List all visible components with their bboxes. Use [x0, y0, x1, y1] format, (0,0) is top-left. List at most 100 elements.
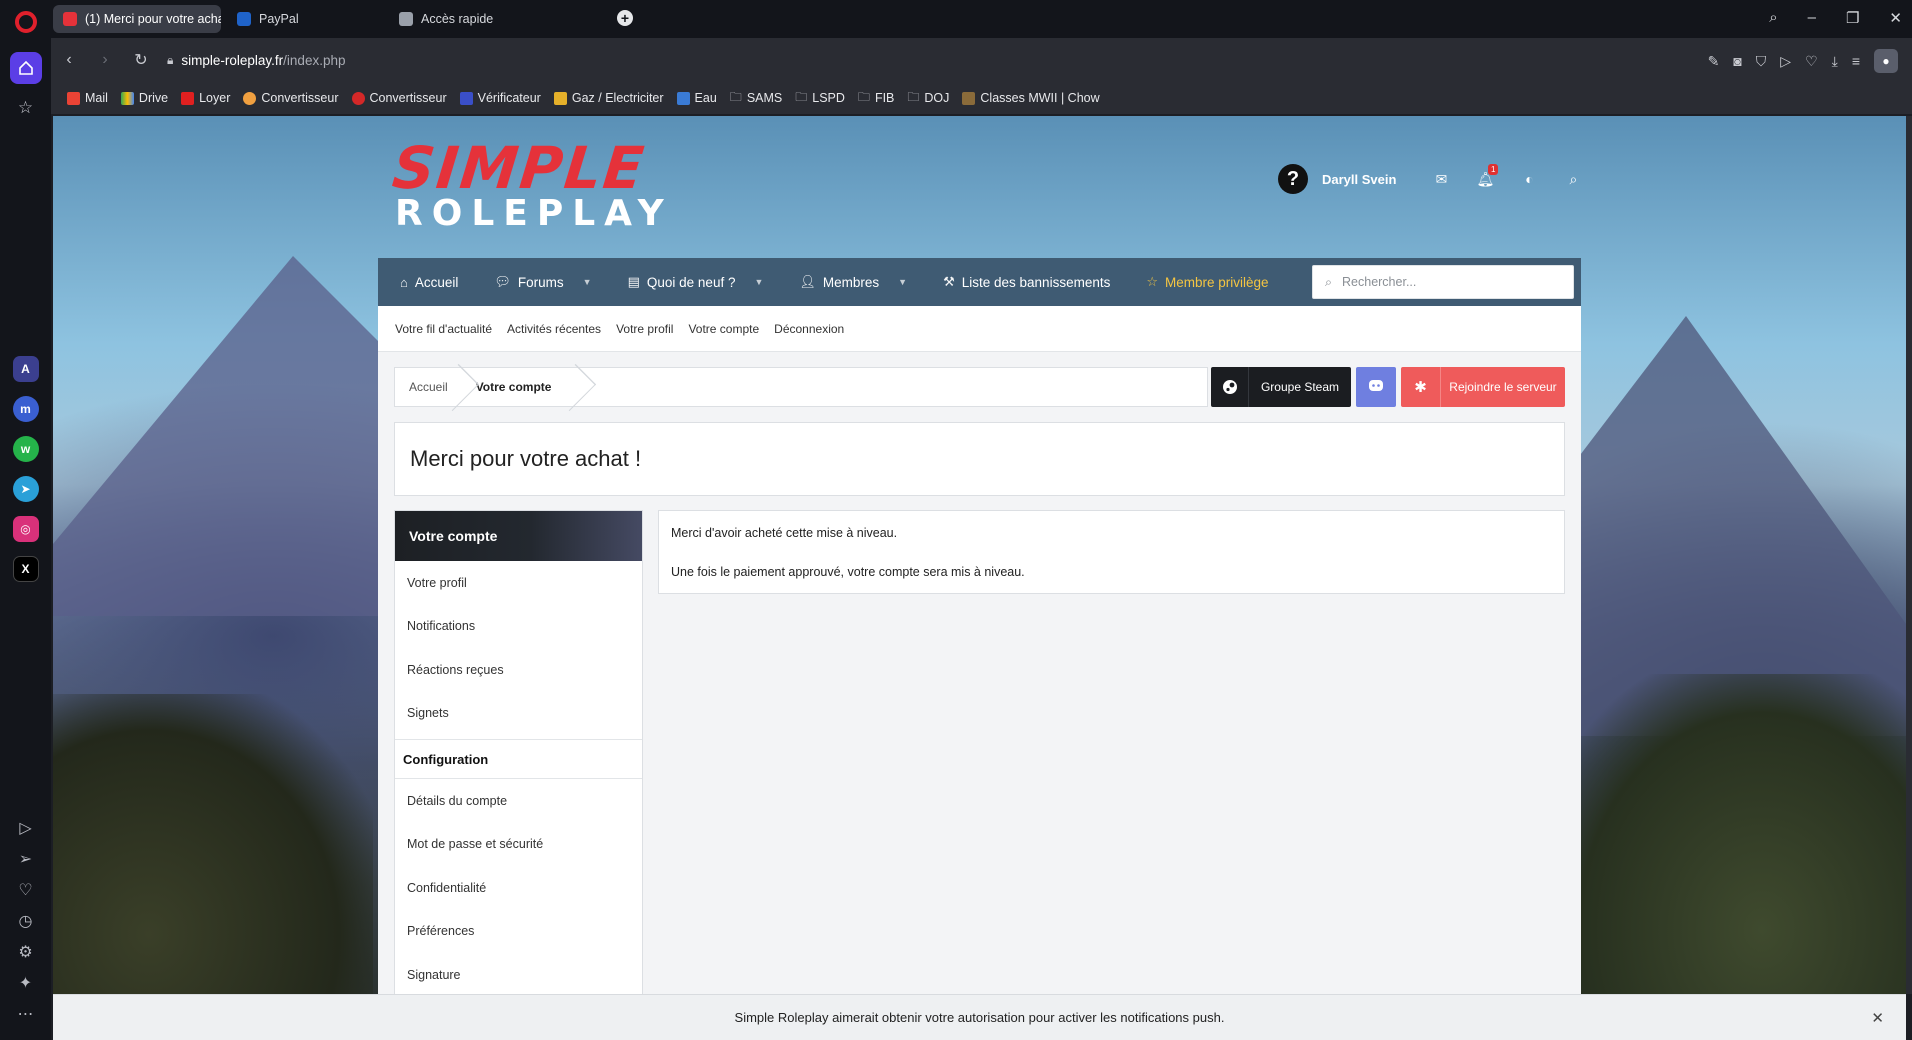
settings-icon[interactable]: ⚙	[18, 942, 32, 962]
edit-icon[interactable]: ✎	[1708, 53, 1720, 70]
folder-icon: 🗀	[857, 89, 870, 104]
subnav-profil[interactable]: Votre profil	[616, 322, 673, 336]
sidebar-item-details-compte[interactable]: Détails du compte	[395, 779, 642, 823]
star-icon[interactable]: ☆	[18, 98, 33, 118]
subnav-fil-actualite[interactable]: Votre fil d'actualité	[395, 322, 492, 336]
nav-accueil[interactable]: ⌂ Accueil	[378, 258, 472, 306]
breadcrumb-accueil[interactable]: Accueil	[395, 368, 462, 406]
background-trees	[53, 694, 373, 994]
envelope-icon[interactable]: ✉	[1426, 171, 1456, 188]
whatsapp-icon[interactable]: w	[12, 436, 39, 462]
lightbulb-icon[interactable]: ✦	[19, 973, 32, 993]
profile-icon[interactable]: ●	[1874, 49, 1898, 73]
username-link[interactable]: Daryll Svein	[1322, 172, 1396, 187]
subnav-activites[interactable]: Activités récentes	[507, 322, 601, 336]
discord-button[interactable]	[1356, 367, 1396, 407]
bookmark-loyer[interactable]: Loyer	[181, 91, 230, 105]
bookmark-convertisseur-1[interactable]: Convertisseur	[243, 91, 339, 105]
more-icon[interactable]: ⋯	[18, 1004, 34, 1024]
send-icon[interactable]: ➢	[19, 849, 32, 869]
tab-paypal[interactable]: PayPal	[227, 5, 395, 33]
chevron-down-icon[interactable]: ▼	[583, 277, 592, 287]
sidebar-heading[interactable]: Votre compte	[395, 511, 642, 561]
instagram-icon[interactable]: ◎	[12, 516, 39, 542]
close-icon[interactable]: ✕	[1871, 1009, 1884, 1027]
sidebar-item-confidentialite[interactable]: Confidentialité	[395, 866, 642, 910]
bookmark-convertisseur-2[interactable]: Convertisseur	[351, 91, 447, 105]
page-scrollbar[interactable]	[1906, 116, 1912, 994]
menu-icon[interactable]: ≡	[1852, 53, 1860, 69]
theme-toggle-icon[interactable]: ◐	[1514, 171, 1544, 187]
bookmark-doj[interactable]: 🗀 DOJ	[907, 88, 949, 109]
back-icon[interactable]: ‹	[51, 51, 87, 69]
nav-membre-privilege[interactable]: ☆ Membre privilège	[1124, 258, 1282, 306]
bookmark-gaz[interactable]: Gaz / Electriciter	[553, 91, 664, 105]
new-tab-button[interactable]: +	[617, 10, 633, 26]
search-icon[interactable]: ⌕	[1558, 171, 1588, 188]
gas-icon	[553, 91, 567, 105]
breadcrumb: Accueil Votre compte	[394, 367, 1208, 407]
player-icon[interactable]: ▷	[19, 818, 31, 838]
breadcrumb-votre-compte[interactable]: Votre compte	[462, 368, 574, 406]
join-server-button[interactable]: ✱ Rejoindre le serveur	[1401, 367, 1565, 407]
sidebar-section-configuration: Configuration	[395, 739, 642, 779]
opera-logo-icon[interactable]	[14, 11, 37, 33]
messenger-icon[interactable]: m	[12, 396, 39, 422]
home-icon[interactable]	[9, 52, 42, 84]
site-logo[interactable]: SIMPLE ROLEPLAY	[389, 134, 663, 232]
restore-icon[interactable]: ❐	[1846, 9, 1859, 27]
history-icon[interactable]: ◷	[19, 911, 33, 931]
reload-icon[interactable]: ↻	[123, 50, 159, 70]
nav-bannissements[interactable]: ⚒ Liste des bannissements	[921, 258, 1124, 306]
close-window-icon[interactable]: ✕	[1889, 9, 1902, 27]
download-icon[interactable]: ⤓	[1832, 53, 1838, 70]
bookmark-eau[interactable]: Eau	[676, 91, 717, 105]
chevron-down-icon[interactable]: ▼	[898, 277, 907, 287]
sidebar-item-signature[interactable]: Signature	[395, 953, 642, 994]
nav-membres[interactable]: 👤︎ Membres ▼	[777, 258, 921, 306]
play-icon[interactable]: ▷	[1780, 53, 1791, 70]
forward-icon[interactable]: ›	[87, 51, 123, 69]
heart-icon[interactable]: ♡	[18, 880, 32, 900]
sidebar-item-securite[interactable]: Mot de passe et sécurité	[395, 823, 642, 867]
sidebar-item-profil[interactable]: Votre profil	[395, 561, 642, 605]
lock-icon[interactable]: 🔒︎	[167, 53, 173, 68]
minimize-icon[interactable]: –	[1808, 9, 1816, 27]
comments-icon: 💬︎	[494, 274, 511, 289]
subnav-deconnexion[interactable]: Déconnexion	[774, 322, 844, 336]
heart-icon[interactable]: ♡	[1805, 53, 1818, 70]
sidebar-item-signets[interactable]: Signets	[395, 692, 642, 736]
bookmark-lspd[interactable]: 🗀 LSPD	[795, 88, 845, 109]
sidebar-item-reactions[interactable]: Réactions reçues	[395, 648, 642, 692]
bookmark-label: Drive	[138, 91, 169, 105]
sidebar-item-preferences[interactable]: Préférences	[395, 910, 642, 954]
chevron-down-icon[interactable]: ▼	[754, 277, 763, 287]
bookmark-fib[interactable]: 🗀 FIB	[858, 88, 894, 109]
search-input[interactable]: ⌕ Rechercher...	[1312, 265, 1574, 299]
steam-button-label: Groupe Steam	[1260, 380, 1340, 394]
bell-icon[interactable]: 🔔︎ 1	[1470, 163, 1500, 188]
sidebar-item-notifications[interactable]: Notifications	[395, 605, 642, 649]
telegram-icon[interactable]: ➤	[12, 476, 39, 502]
x-icon[interactable]: X	[12, 556, 39, 582]
url-field[interactable]: simple-roleplay.fr/index.php	[181, 53, 345, 68]
nav-forums[interactable]: 💬︎ Forums ▼	[472, 258, 605, 306]
steam-group-button[interactable]: Groupe Steam	[1211, 367, 1351, 407]
star-icon: ☆	[1146, 274, 1158, 289]
folder-icon: 🗀	[729, 89, 742, 104]
bookmark-mail[interactable]: Mail	[67, 91, 108, 105]
camera-icon[interactable]: ◙	[1733, 53, 1741, 69]
search-tabs-icon[interactable]: ⌕	[1769, 9, 1777, 27]
subnav-compte[interactable]: Votre compte	[688, 322, 759, 336]
bookmark-drive[interactable]: Drive	[120, 91, 169, 105]
bookmark-sams[interactable]: 🗀 SAMS	[730, 88, 782, 109]
avatar[interactable]: ?	[1278, 164, 1308, 194]
shield-icon[interactable]: ⛉	[1756, 53, 1767, 70]
nav-quoi-de-neuf[interactable]: ▤ Quoi de neuf ? ▼	[606, 258, 778, 306]
discord-icon	[1368, 379, 1384, 395]
tab-merci[interactable]: (1) Merci pour votre achat	[53, 5, 221, 33]
aria-icon[interactable]: A	[12, 356, 39, 382]
bookmark-classes[interactable]: Classes MWII | Chow	[962, 91, 1100, 105]
bookmark-verificateur[interactable]: Vérificateur	[459, 91, 541, 105]
tab-speed-dial[interactable]: Accès rapide	[389, 5, 557, 33]
